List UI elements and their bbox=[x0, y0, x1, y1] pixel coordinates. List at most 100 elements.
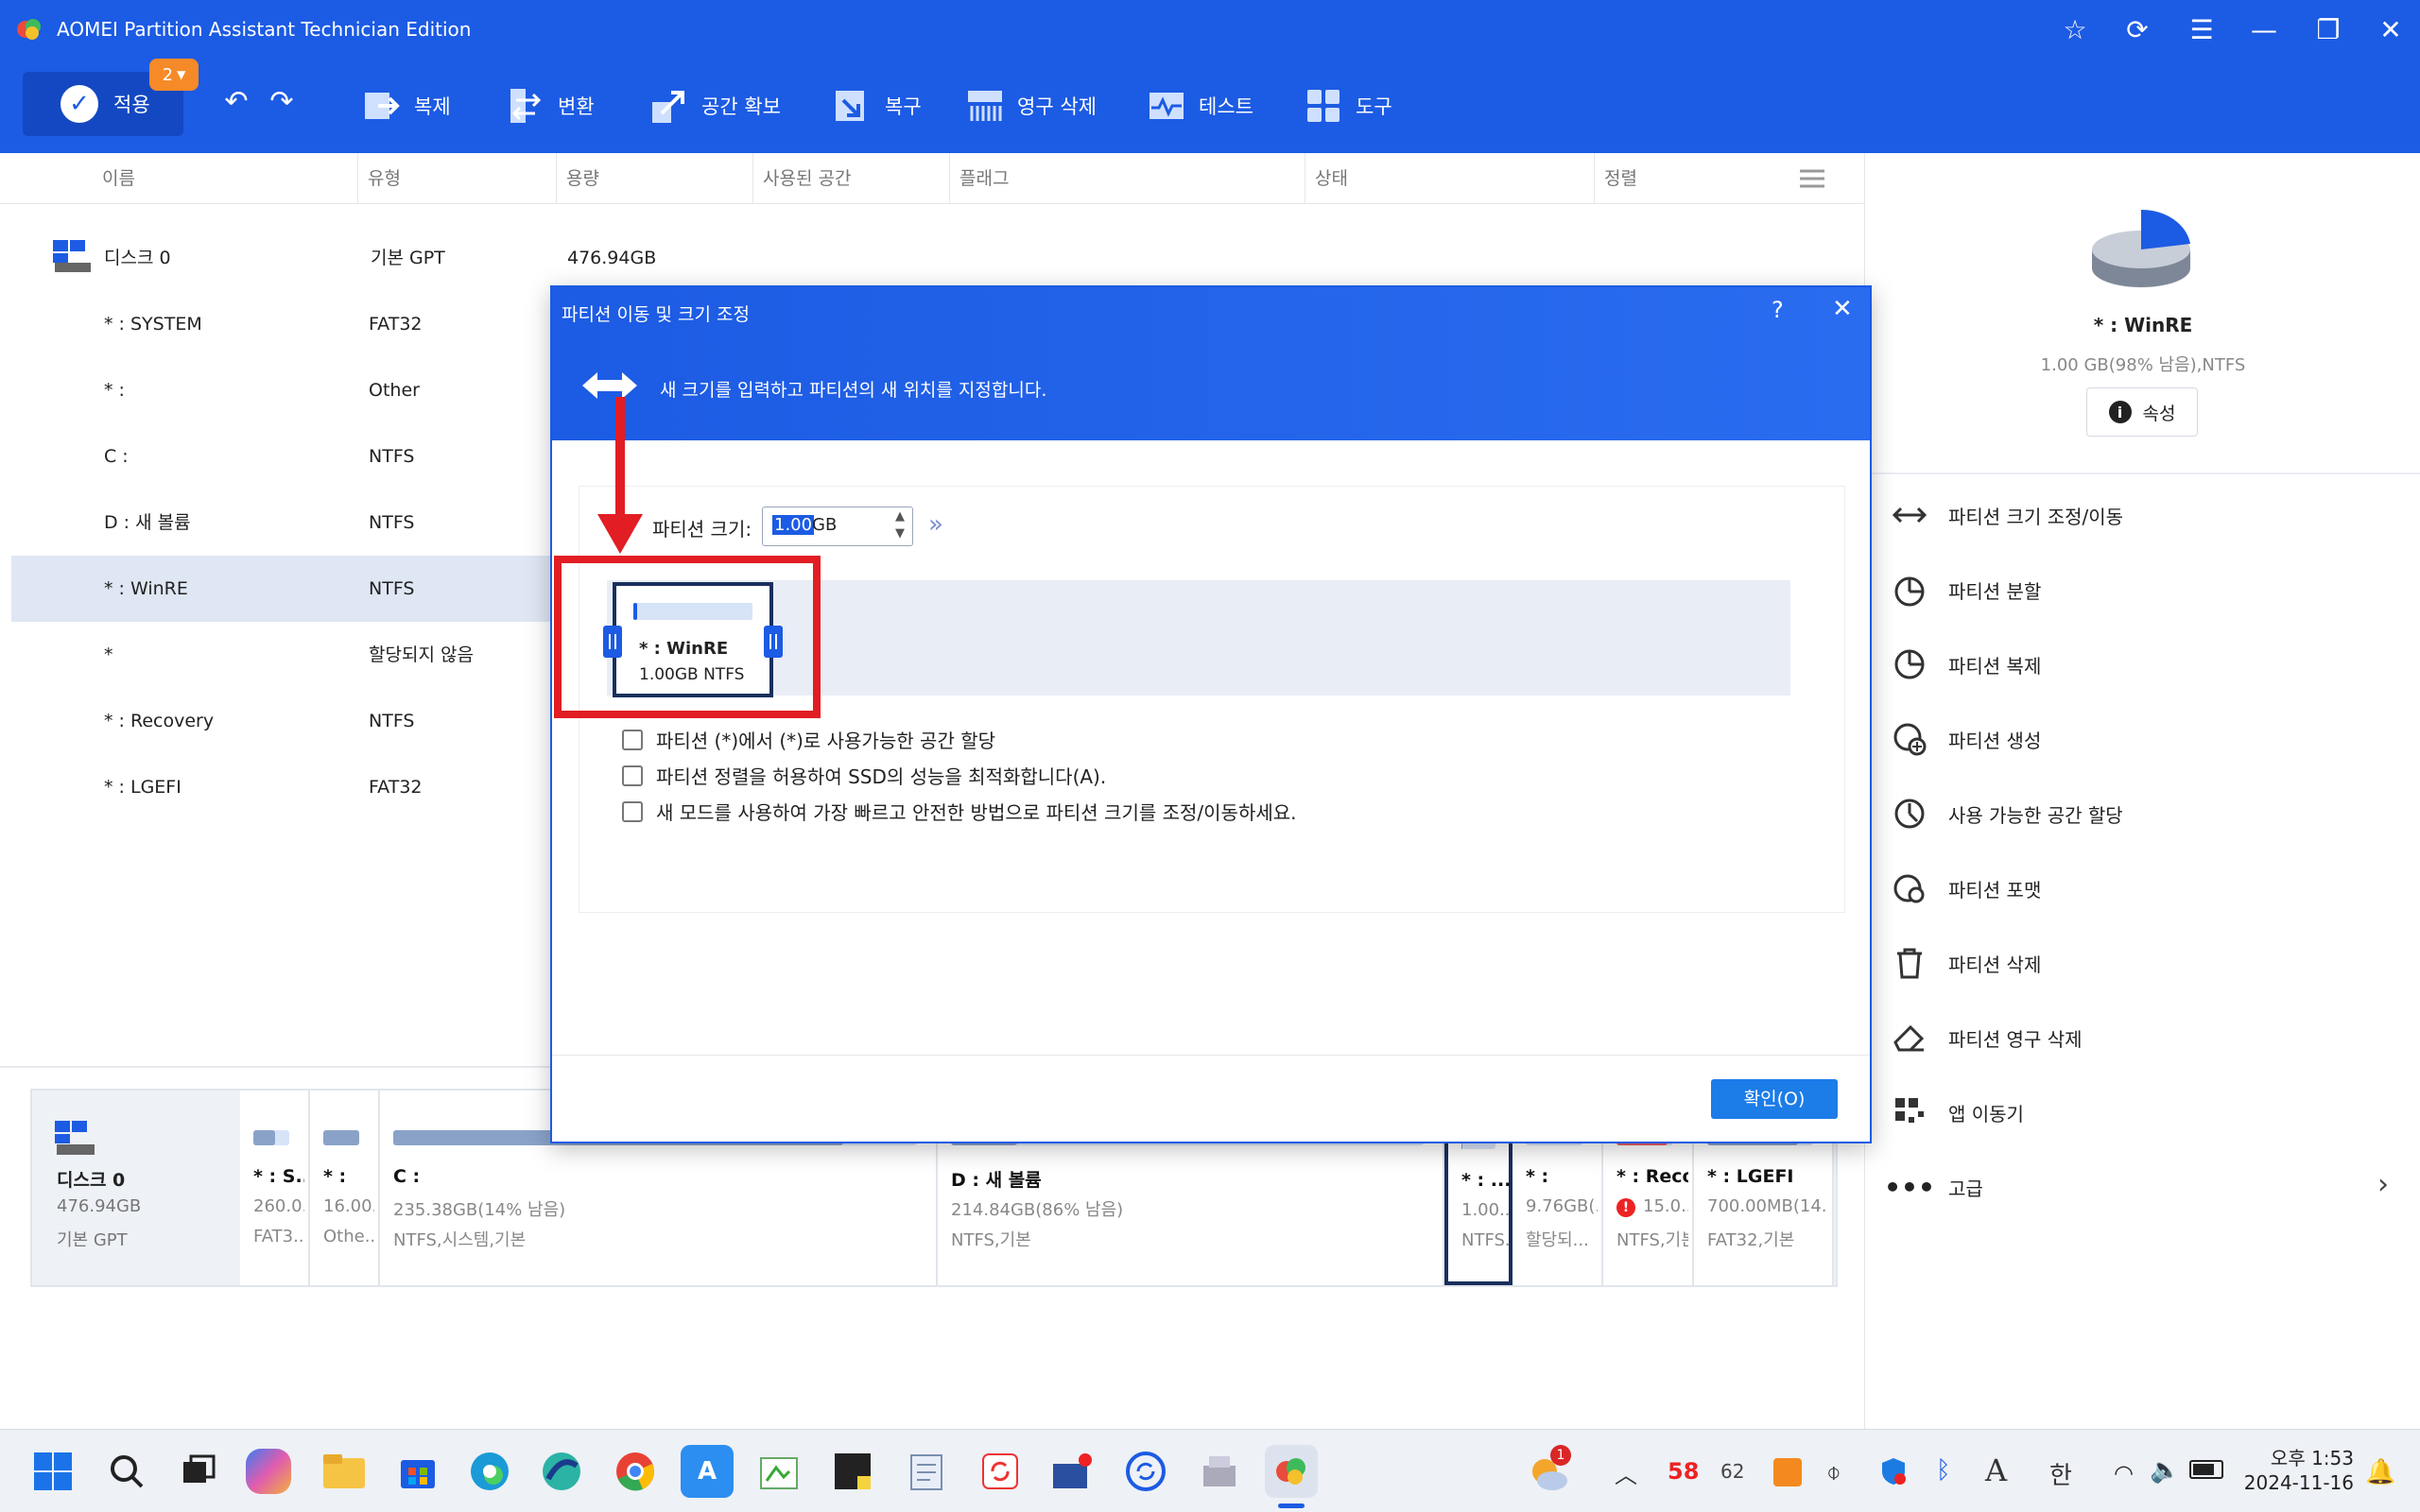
convert-button[interactable]: 변환 bbox=[507, 59, 595, 153]
partition-name: D : 새 볼륨 bbox=[104, 512, 191, 533]
op-wipe[interactable]: 파티션 영구 삭제 bbox=[1892, 1001, 2402, 1074]
col-name[interactable]: 이름 bbox=[93, 153, 135, 204]
col-status[interactable]: 상태 bbox=[1305, 153, 1594, 204]
restore-icon[interactable]: ❐ bbox=[2299, 0, 2358, 59]
pending-badge[interactable]: 2 ▼ bbox=[149, 59, 199, 91]
search-icon[interactable] bbox=[100, 1445, 153, 1498]
expand-icon[interactable]: » bbox=[928, 510, 943, 539]
task-view-icon[interactable] bbox=[172, 1445, 225, 1498]
editor-app-icon[interactable] bbox=[752, 1445, 805, 1498]
wipe-icon bbox=[966, 87, 1004, 125]
browser-app-icon[interactable] bbox=[535, 1445, 588, 1498]
chevron-right-icon[interactable]: › bbox=[2377, 1168, 2389, 1201]
security-icon[interactable] bbox=[1879, 1456, 1908, 1486]
font-indicator[interactable]: A bbox=[1985, 1452, 2007, 1488]
dialog-title: 파티션 이동 및 크기 조정 bbox=[562, 304, 750, 325]
refresh-icon[interactable]: ⟳ bbox=[2108, 0, 2167, 59]
volume-icon[interactable]: 🔈 bbox=[2150, 1456, 2180, 1485]
diskmap-disk-size: 476.94GB bbox=[57, 1196, 142, 1216]
col-capacity[interactable]: 용량 bbox=[556, 153, 752, 204]
wipe-label: 영구 삭제 bbox=[1017, 95, 1097, 118]
op-app-mover[interactable]: 앱 이동기 bbox=[1892, 1075, 2402, 1149]
ok-button[interactable]: 확인(O) bbox=[1711, 1079, 1838, 1119]
op-create[interactable]: 파티션 생성 bbox=[1892, 702, 2402, 776]
menu-icon[interactable]: ☰ bbox=[2172, 0, 2231, 59]
tray-num[interactable]: 62 bbox=[1720, 1460, 1744, 1483]
checkbox[interactable] bbox=[622, 729, 643, 750]
redo-icon[interactable]: ↷ bbox=[263, 85, 301, 123]
window-title: AOMEI Partition Assistant Technician Edi… bbox=[57, 18, 472, 41]
stepper-up-icon[interactable]: ▲ bbox=[895, 509, 905, 524]
test-button[interactable]: 테스트 bbox=[1148, 59, 1253, 153]
column-settings-icon[interactable] bbox=[1798, 166, 1826, 191]
font-app-icon[interactable]: A bbox=[681, 1445, 734, 1498]
diskmap-segment[interactable]: * : 16.00... Othe... bbox=[310, 1091, 380, 1285]
diskmap-disk-card[interactable]: 디스크 0 476.94GB 기본 GPT bbox=[32, 1091, 238, 1285]
tray-temp[interactable]: 58 bbox=[1668, 1458, 1699, 1485]
properties-button[interactable]: i 속성 bbox=[2086, 387, 2198, 437]
clock-date[interactable]: 2024-11-16 bbox=[2231, 1471, 2354, 1494]
dialog-close-icon[interactable]: ✕ bbox=[1832, 295, 1853, 323]
battery-icon[interactable] bbox=[2189, 1460, 2223, 1479]
clapper-app-icon[interactable] bbox=[1046, 1445, 1098, 1498]
file-explorer-icon[interactable] bbox=[318, 1445, 371, 1498]
op-split[interactable]: 파티션 분할 bbox=[1892, 553, 2402, 627]
option-ssd-align[interactable]: 파티션 정렬을 허용하여 SSD의 성능을 최적화합니다(A). bbox=[622, 762, 1106, 789]
tool-app-icon[interactable] bbox=[1193, 1445, 1246, 1498]
tray-tool-icon[interactable]: ⌽ bbox=[1826, 1458, 1841, 1487]
close-icon[interactable]: ✕ bbox=[2361, 0, 2420, 59]
checkbox[interactable] bbox=[622, 765, 643, 786]
aomei-taskbar-icon[interactable] bbox=[1265, 1445, 1318, 1498]
op-advanced[interactable]: ••• 고급 bbox=[1884, 1150, 2402, 1224]
help-icon[interactable]: ? bbox=[1772, 297, 1784, 323]
col-type[interactable]: 유형 bbox=[357, 153, 556, 204]
copilot-icon[interactable] bbox=[246, 1449, 291, 1494]
sync-app-icon[interactable] bbox=[974, 1445, 1027, 1498]
partition-name: * : Recovery bbox=[104, 711, 215, 731]
chrome-icon[interactable] bbox=[609, 1445, 662, 1498]
undo-icon[interactable]: ↶ bbox=[217, 85, 255, 123]
store-icon[interactable] bbox=[391, 1445, 444, 1498]
disk-row[interactable]: 디스크 0 기본 GPT 476.94GB bbox=[11, 225, 1864, 291]
free-space-button[interactable]: 공간 확보 bbox=[650, 59, 781, 153]
col-used[interactable]: 사용된 공간 bbox=[752, 153, 949, 204]
op-resize-move[interactable]: 파티션 크기 조정/이동 bbox=[1892, 478, 2402, 552]
edge-icon[interactable] bbox=[463, 1445, 516, 1498]
op-delete[interactable]: 파티션 삭제 bbox=[1892, 926, 2402, 1000]
tray-app-icon[interactable] bbox=[1773, 1458, 1802, 1486]
sticky-notes-icon[interactable] bbox=[826, 1445, 879, 1498]
ime-indicator[interactable]: 한 bbox=[2049, 1456, 2072, 1491]
wifi-icon[interactable]: ◠ bbox=[2114, 1460, 2134, 1486]
op-allocate[interactable]: 사용 가능한 공간 할당 bbox=[1892, 777, 2402, 850]
col-align[interactable]: 정렬 bbox=[1594, 153, 1789, 204]
notification-bell-icon[interactable]: 🔔 bbox=[2365, 1458, 2395, 1486]
tray-chevron-icon[interactable]: ︿ bbox=[1615, 1456, 1637, 1489]
clock-time[interactable]: 오후 1:53 bbox=[2240, 1443, 2354, 1470]
checkbox[interactable] bbox=[622, 800, 643, 822]
op-clone[interactable]: 파티션 복제 bbox=[1892, 627, 2402, 701]
side-partition-info: 1.00 GB(98% 남음),NTFS bbox=[2040, 355, 2246, 375]
disk-icon bbox=[55, 1121, 96, 1157]
op-format[interactable]: 파티션 포맷 bbox=[1892, 851, 2402, 925]
clone-button[interactable]: 복제 bbox=[363, 59, 451, 153]
recovery-button[interactable]: 복구 bbox=[834, 59, 922, 153]
bluetooth-icon[interactable]: ᛒ bbox=[1936, 1456, 1951, 1485]
wipe-button[interactable]: 영구 삭제 bbox=[966, 59, 1097, 153]
stepper-down-icon[interactable]: ▼ bbox=[895, 526, 905, 541]
windows-start-icon[interactable] bbox=[26, 1445, 79, 1498]
tools-button[interactable]: 도구 bbox=[1305, 59, 1392, 153]
segment-name: D : 새 볼륨 bbox=[951, 1170, 1042, 1191]
notepad-icon[interactable] bbox=[900, 1445, 953, 1498]
sync-center-icon[interactable] bbox=[1119, 1445, 1172, 1498]
star-icon[interactable]: ☆ bbox=[2046, 0, 2104, 59]
segment-size: 235.38GB(14% 남음) bbox=[393, 1200, 566, 1220]
info-icon: i bbox=[2108, 401, 2132, 423]
diskmap-segment[interactable]: * : S... 260.0... FAT3... bbox=[240, 1091, 310, 1285]
disk-name: 디스크 0 bbox=[104, 248, 171, 268]
size-input[interactable]: 1.00 GB ▲ ▼ bbox=[762, 507, 913, 546]
option-fast-mode[interactable]: 새 모드를 사용하여 가장 빠르고 안전한 방법으로 파티션 크기를 조정/이동… bbox=[622, 798, 1297, 825]
col-flag[interactable]: 플래그 bbox=[949, 153, 1305, 204]
option-allocate-free-space[interactable]: 파티션 (*)에서 (*)로 사용가능한 공간 할당 bbox=[622, 726, 995, 753]
disk-type: 기본 GPT bbox=[371, 248, 445, 268]
minimize-icon[interactable]: — bbox=[2235, 0, 2293, 59]
